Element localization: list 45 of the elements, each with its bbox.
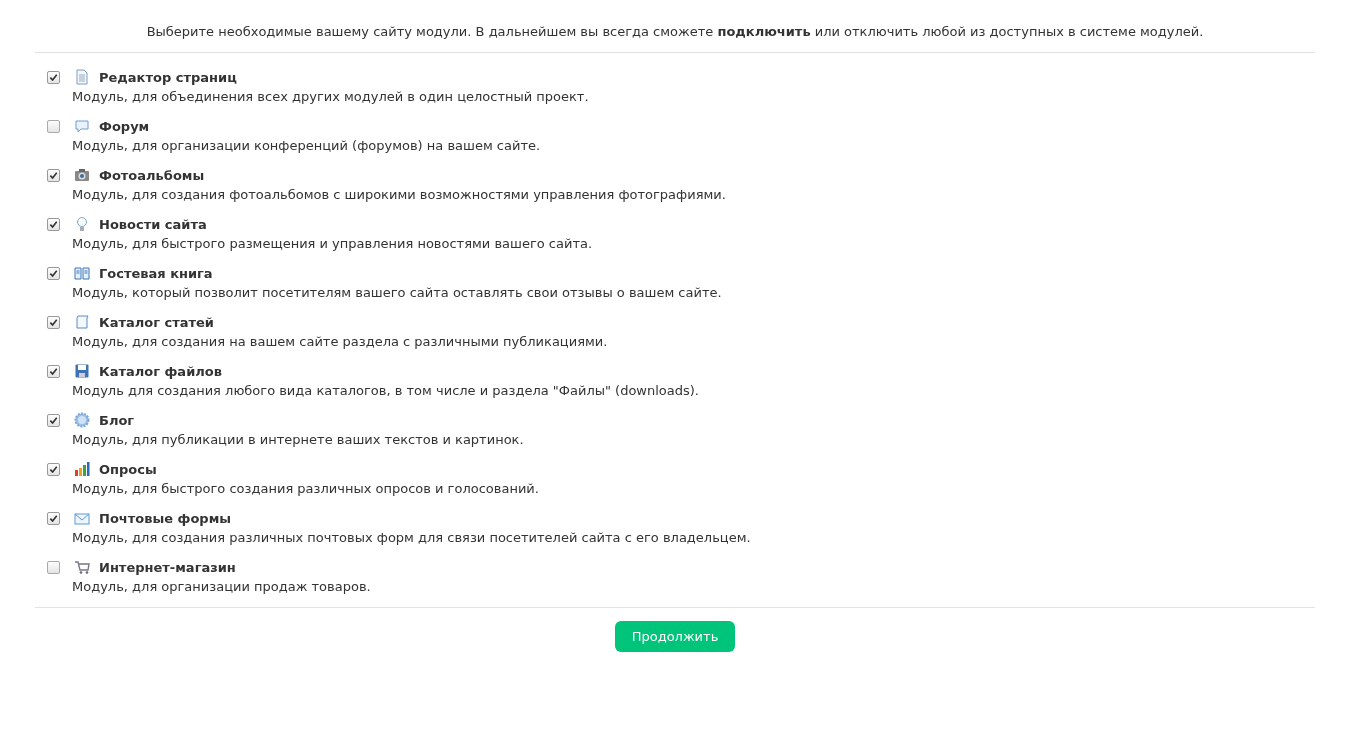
module-title: Фотоальбомы: [99, 167, 205, 183]
module-description: Модуль, для организации конференций (форумов) на вашем сайте.: [71, 138, 542, 153]
checkbox[interactable]: [47, 413, 60, 427]
intro-text: Выберите необходимые вашему сайту модули. В дальнейшем вы всегда сможете подключить или отключить любой из доступных в системе модулей.: [145, 24, 1205, 39]
module-title: Форум: [99, 118, 150, 134]
lightbulb-icon: [74, 216, 90, 232]
scroll-icon: [74, 314, 90, 330]
checkbox[interactable]: [47, 70, 60, 84]
module-title: Блог: [99, 412, 135, 428]
cart-icon: [74, 559, 90, 575]
module-title: Интернет-магазин: [99, 559, 236, 575]
module-title: Почтовые формы: [99, 510, 232, 526]
checkbox[interactable]: [47, 217, 60, 231]
module-description: Модуль, для публикации в интернете ваших текстов и картинок.: [71, 432, 525, 447]
module-description: Модуль, для создания на вашем сайте раздела с различными публикациями.: [71, 334, 609, 349]
envelope-icon: [74, 510, 90, 526]
checkbox[interactable]: [47, 511, 60, 525]
gear-icon: [74, 412, 90, 428]
page-icon: [74, 69, 90, 85]
checkbox[interactable]: [47, 560, 60, 574]
checkbox[interactable]: [47, 168, 60, 182]
bar-chart-icon: [74, 461, 90, 477]
module-title: Гостевая книга: [99, 265, 213, 281]
checkbox[interactable]: [47, 364, 60, 378]
module-description: Модуль, для объединения всех других модулей в один целостный проект.: [71, 89, 590, 104]
book-icon: [74, 265, 90, 281]
continue-button[interactable]: Продолжить: [614, 621, 736, 652]
checkbox[interactable]: [47, 119, 60, 133]
module-description: Модуль, для создания различных почтовых форм для связи посетителей сайта с его владельцем.: [71, 530, 752, 545]
checkbox[interactable]: [47, 315, 60, 329]
module-description: Модуль, который позволит посетителям вашего сайта оставлять свои отзывы о вашем сайте.: [71, 285, 723, 300]
module-title: Каталог статей: [99, 314, 214, 330]
camera-icon: [74, 167, 90, 183]
module-title: Каталог файлов: [99, 363, 222, 379]
speech-bubble-icon: [74, 118, 90, 134]
module-description: Модуль, для организации продаж товаров.: [71, 579, 372, 594]
module-description: Модуль, для быстрого создания различных опросов и голосований.: [71, 481, 540, 496]
module-description: Модуль, для создания фотоальбомов с широкими возможностями управления фотографиями.: [71, 187, 727, 202]
module-title: Редактор страниц: [99, 69, 237, 85]
checkbox[interactable]: [47, 266, 60, 280]
module-title: Новости сайта: [99, 216, 207, 232]
checkbox[interactable]: [47, 462, 60, 476]
module-description: Модуль для создания любого вида каталогов, в том числе и раздела "Файлы" (downloads).: [71, 383, 700, 398]
module-description: Модуль, для быстрого размещения и управления новостями вашего сайта.: [71, 236, 594, 251]
module-title: Опросы: [99, 461, 157, 477]
